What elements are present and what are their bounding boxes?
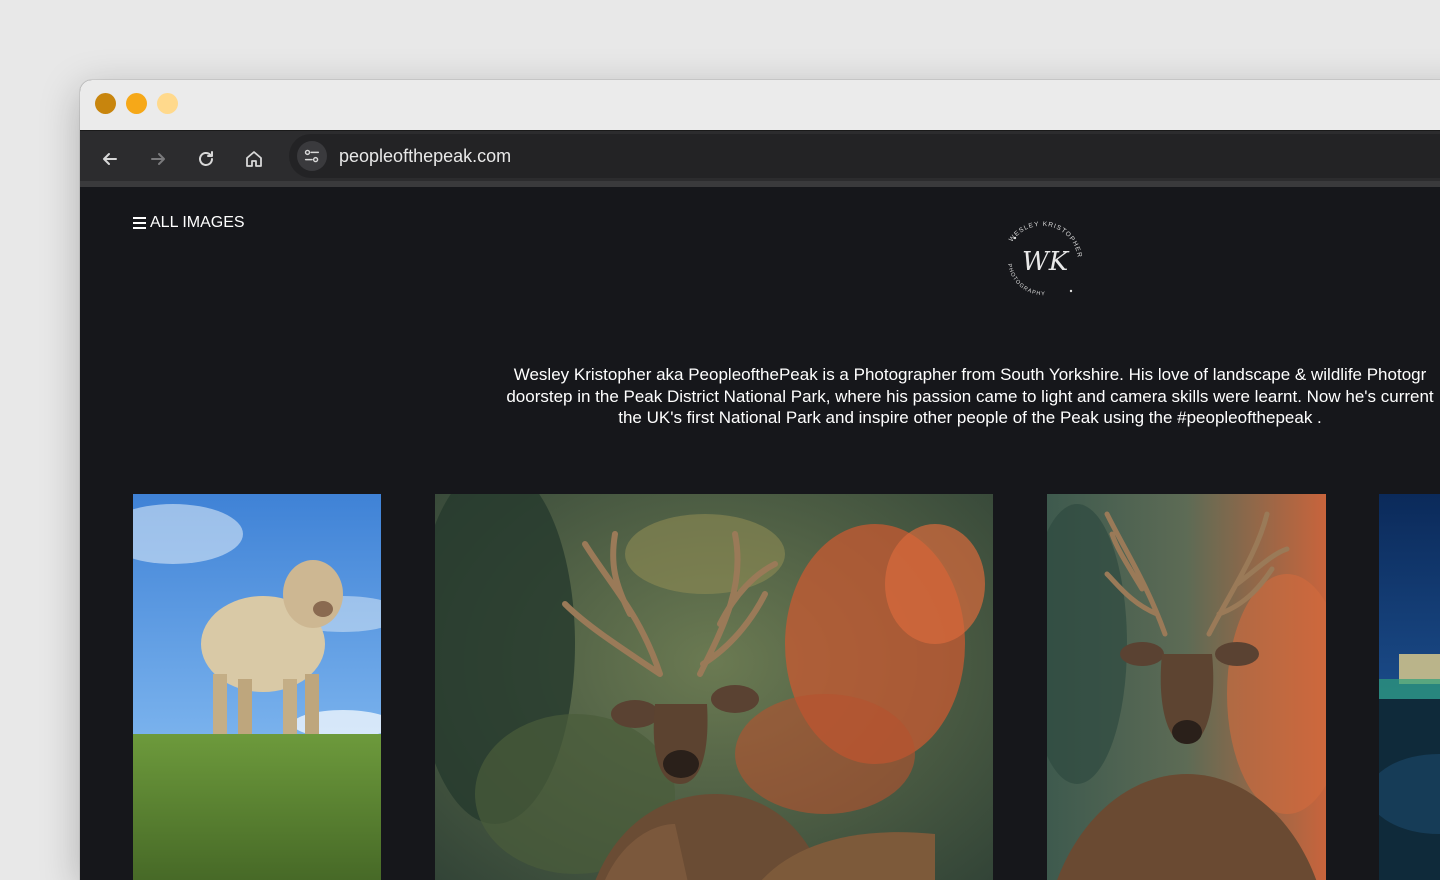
logo-monogram: WK — [1022, 247, 1070, 277]
red-deer-stag-portrait-photo[interactable] — [1047, 494, 1326, 880]
tune-icon — [304, 149, 320, 163]
bio-line: the UK's first National Park and inspire… — [618, 408, 1322, 427]
site-logo[interactable]: WESLEY KRISTOPHER PHOTOGRAPHY WK — [1000, 212, 1090, 302]
bio-line: Wesley Kristopher aka PeopleofthePeak is… — [513, 365, 1427, 384]
close-window-button[interactable] — [95, 93, 116, 114]
arrow-right-icon — [151, 153, 165, 165]
browser-toolbar: peopleofthepeak.com — [80, 130, 1440, 188]
back-button[interactable] — [94, 143, 126, 175]
reload-icon — [199, 151, 213, 166]
arrow-left-icon — [103, 153, 117, 165]
browser-window: peopleofthepeak.com ALL IMAGES WESLEY KR… — [80, 80, 1440, 880]
home-icon — [246, 151, 262, 167]
reload-button[interactable] — [190, 143, 222, 175]
title-bar — [80, 80, 1440, 130]
hamburger-icon — [133, 217, 146, 229]
web-page: ALL IMAGES WESLEY KRISTOPHER PHOTOGRAPHY… — [80, 187, 1440, 880]
maximize-window-button[interactable] — [157, 93, 178, 114]
all-images-menu-link[interactable]: ALL IMAGES — [133, 214, 245, 232]
bio-line: doorstep in the Peak District National P… — [506, 386, 1434, 406]
red-deer-stag-photo[interactable] — [435, 494, 993, 880]
forward-button[interactable] — [142, 143, 174, 175]
bio-paragraph: Wesley Kristopher aka PeopleofthePeak is… — [420, 364, 1440, 429]
home-button[interactable] — [238, 143, 270, 175]
site-settings-button[interactable] — [297, 141, 327, 171]
minimize-window-button[interactable] — [126, 93, 147, 114]
wk-logo-icon: WESLEY KRISTOPHER PHOTOGRAPHY WK — [1006, 221, 1082, 298]
highland-calf-photo[interactable] — [133, 494, 381, 880]
address-bar[interactable]: peopleofthepeak.com — [289, 134, 1440, 178]
night-landscape-photo[interactable] — [1379, 494, 1440, 880]
url-text[interactable]: peopleofthepeak.com — [339, 146, 511, 167]
all-images-label: ALL IMAGES — [150, 214, 245, 231]
